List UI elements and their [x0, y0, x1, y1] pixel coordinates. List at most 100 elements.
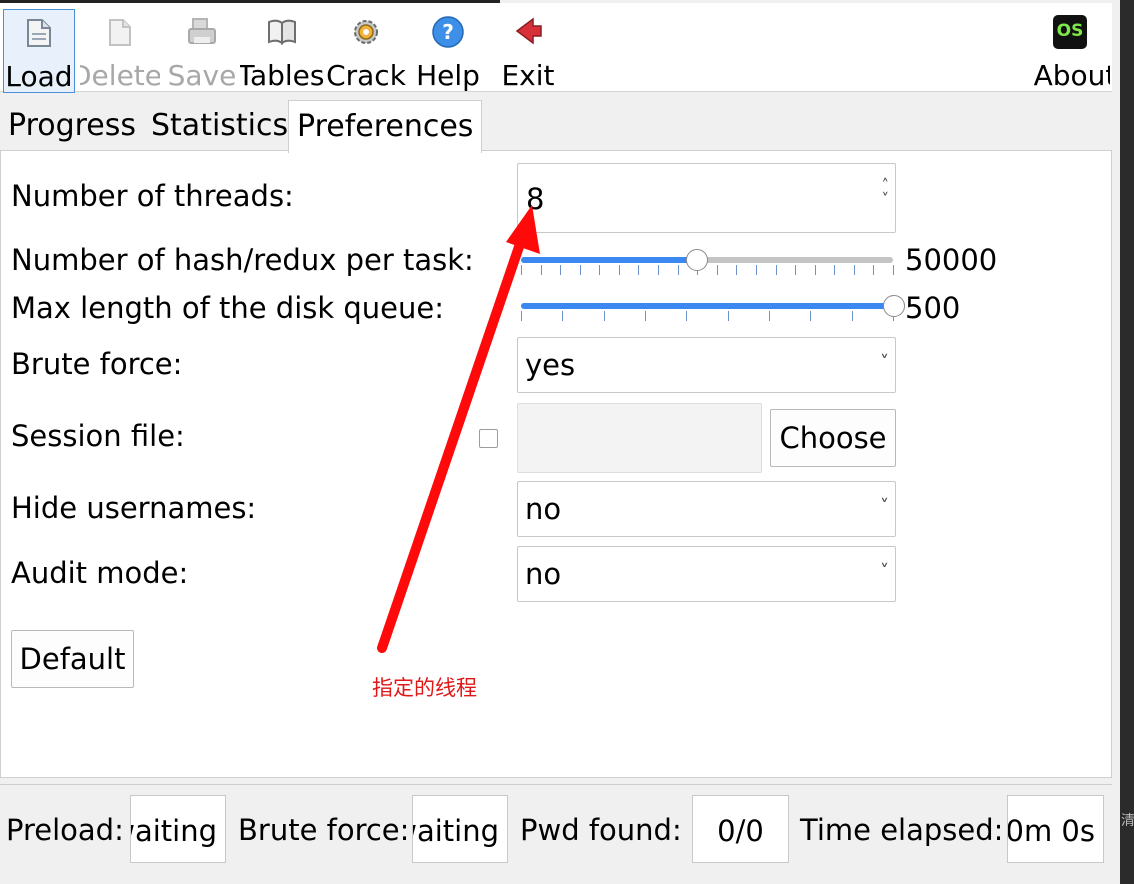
slider-tick — [562, 311, 564, 321]
slider-tick — [851, 311, 853, 321]
queue-value: 500 — [905, 291, 961, 325]
audit-mode-select[interactable]: no ˅ — [517, 546, 896, 602]
about-label: About — [1033, 59, 1110, 91]
choose-button[interactable]: Choose — [770, 409, 896, 467]
brute-force-select[interactable]: yes ˅ — [517, 337, 896, 393]
crack-label: Crack — [326, 59, 406, 91]
audit-mode-label: Audit mode: — [11, 556, 189, 590]
slider-tick — [521, 265, 522, 275]
slider-tick — [560, 265, 562, 275]
pwd-found-label: Pwd found: — [520, 813, 682, 847]
slider-tick — [834, 265, 836, 275]
delete-label: Delete — [80, 59, 160, 91]
hash-slider[interactable] — [521, 246, 894, 277]
svg-text:?: ? — [442, 20, 454, 44]
preferences-panel: Number of threads: 8 ˄ ˅ Number of hash/r… — [0, 150, 1112, 778]
tables-button[interactable]: Tables — [240, 9, 324, 91]
chevron-down-icon: ˅ — [880, 496, 889, 517]
tab-progress[interactable]: Progress — [0, 100, 144, 150]
slider-tick — [686, 311, 688, 321]
chevron-down-icon: ˅ — [880, 352, 889, 373]
tab-preferences[interactable]: Preferences — [288, 100, 483, 153]
time-elapsed-value: 0m 0s — [1007, 814, 1095, 848]
hash-label: Number of hash/redux per task: — [11, 243, 474, 277]
save-label: Save — [167, 59, 237, 91]
brute-force-status-value: waiting — [413, 814, 499, 848]
tables-icon — [268, 19, 296, 45]
delete-icon — [109, 19, 131, 46]
hash-slider-fill — [521, 257, 696, 263]
slider-tick — [810, 311, 812, 321]
session-file-label: Session file: — [11, 419, 185, 453]
slider-tick — [893, 265, 894, 275]
status-bar: Preload: waiting Brute force: waiting Pw… — [0, 784, 1112, 877]
queue-slider[interactable] — [521, 292, 905, 323]
about-icon: OS — [1053, 15, 1087, 49]
hash-value: 50000 — [905, 243, 998, 277]
session-file-checkbox[interactable] — [479, 429, 498, 448]
slider-tick — [618, 265, 620, 275]
annotation-text: 指定的线程 — [372, 676, 477, 700]
save-icon — [188, 18, 216, 44]
threads-spinbox[interactable]: 8 ˄ ˅ — [517, 163, 896, 233]
tab-statistics[interactable]: Statistics — [143, 100, 296, 150]
queue-slider-ticks — [521, 311, 894, 323]
gear-icon — [354, 20, 378, 44]
preload-value: waiting — [131, 814, 217, 848]
slider-tick — [814, 265, 816, 275]
side-glyph: 清 — [1121, 813, 1134, 829]
slider-tick — [795, 265, 797, 275]
hide-usernames-label: Hide usernames: — [11, 491, 257, 525]
load-button[interactable]: Load — [3, 9, 75, 93]
pwd-found-value: 0/0 — [717, 814, 764, 848]
audit-mode-value: no — [525, 557, 562, 591]
slider-tick — [645, 311, 646, 321]
hide-usernames-select[interactable]: no ˅ — [517, 481, 896, 537]
spin-up-down-icon[interactable]: ˄ ˅ — [882, 178, 890, 207]
tables-label: Tables — [240, 59, 324, 91]
queue-label: Max length of the disk queue: — [11, 291, 445, 325]
exit-label: Exit — [501, 59, 555, 91]
default-button[interactable]: Default — [11, 630, 134, 688]
session-file-field[interactable] — [517, 403, 762, 473]
toolbar: Load Delete Save Tables Crack ? Help Exi… — [0, 3, 1112, 93]
slider-tick — [755, 265, 757, 275]
slider-tick — [638, 265, 640, 275]
threads-value: 8 — [526, 182, 545, 216]
queue-slider-thumb[interactable] — [883, 295, 905, 317]
hide-usernames-value: no — [525, 492, 562, 526]
slider-tick — [658, 265, 660, 275]
load-label: Load — [5, 60, 73, 93]
about-button[interactable]: OS About — [1030, 9, 1110, 91]
save-button[interactable]: Save — [166, 9, 238, 91]
time-elapsed-status: 0m 0s — [1007, 795, 1104, 863]
brute-force-value: yes — [525, 348, 576, 382]
slider-tick — [579, 265, 581, 275]
exit-button[interactable]: Exit — [492, 9, 564, 91]
load-icon — [27, 19, 51, 47]
slider-tick — [603, 311, 605, 321]
slider-tick — [853, 265, 855, 275]
slider-tick — [716, 265, 718, 275]
brute-force-status: waiting — [412, 795, 508, 863]
slider-tick — [521, 311, 522, 321]
preload-label: Preload: — [6, 813, 124, 847]
hash-slider-ticks — [521, 265, 894, 277]
preload-status: waiting — [130, 795, 226, 863]
help-button[interactable]: ? Help — [410, 9, 486, 91]
brute-force-status-label: Brute force: — [238, 813, 410, 847]
time-elapsed-label: Time elapsed: — [800, 813, 1004, 847]
pwd-found-status: 0/0 — [692, 795, 789, 863]
delete-button[interactable]: Delete — [80, 9, 160, 91]
main-window: Load Delete Save Tables Crack ? Help Exi… — [0, 0, 1120, 884]
brute-force-label: Brute force: — [11, 347, 183, 381]
exit-icon — [515, 17, 542, 45]
crack-button[interactable]: Crack — [324, 9, 408, 91]
slider-tick — [873, 265, 875, 275]
help-icon: ? — [432, 16, 464, 48]
slider-tick — [677, 265, 679, 275]
slider-tick — [775, 265, 777, 275]
slider-tick — [540, 265, 542, 275]
hash-slider-thumb[interactable] — [685, 249, 708, 271]
threads-label: Number of threads: — [11, 179, 294, 213]
